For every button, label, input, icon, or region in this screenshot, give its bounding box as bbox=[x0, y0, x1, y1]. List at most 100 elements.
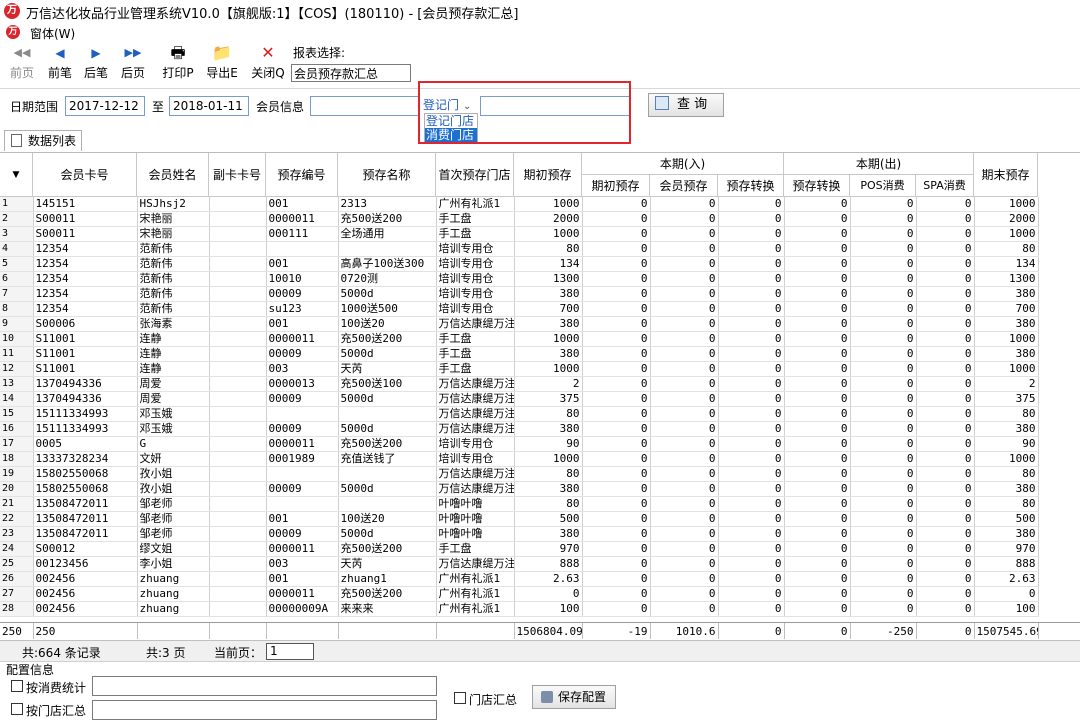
col-card[interactable]: 会员卡号 bbox=[33, 153, 137, 197]
row-number[interactable]: 6 bbox=[0, 271, 34, 287]
table-row[interactable]: 18 13337328234 文妍 0001989 充值送钱了 培训专用仓 1000 0 0 0 0… bbox=[0, 451, 1039, 467]
table-cell bbox=[209, 556, 267, 572]
col-name[interactable]: 会员姓名 bbox=[137, 153, 209, 197]
row-number[interactable]: 10 bbox=[0, 331, 34, 347]
table-row[interactable]: 23 13508472011 邹老师 00009 5000d 叶噜叶噜 380 0 0 0 0 0 0 3… bbox=[0, 526, 1039, 542]
row-number[interactable]: 11 bbox=[0, 346, 34, 362]
table-row[interactable]: 2 S00011 宋艳丽 0000011 充500送200 手工盘 2000 0 0 0 0 0 0 20… bbox=[0, 211, 1039, 227]
prev-page-button[interactable]: ◀◀ 前页 bbox=[6, 42, 38, 88]
row-number[interactable]: 17 bbox=[0, 436, 34, 452]
table-row[interactable]: 14 1370494336 周爱 00009 5000d 万信达康缇万注 375 0 0 0 0 0 0… bbox=[0, 391, 1039, 407]
row-number[interactable]: 27 bbox=[0, 586, 34, 602]
table-row[interactable]: 26 002456 zhuang 001 zhuang1 广州有礼派1 2.63 0 0 0 0 0 0… bbox=[0, 571, 1039, 587]
table-row[interactable]: 9 S00006 张海素 001 100送20 万信达康缇万注 380 0 0 0 0 0 0 380 bbox=[0, 316, 1039, 332]
row-number[interactable]: 20 bbox=[0, 481, 34, 497]
row-number[interactable]: 13 bbox=[0, 376, 34, 392]
row-number[interactable]: 7 bbox=[0, 286, 34, 302]
by-consume-input[interactable] bbox=[92, 676, 437, 696]
by-store-input[interactable] bbox=[92, 700, 437, 720]
table-row[interactable]: 4 12354 范新伟 培训专用仓 80 0 0 0 0 0 0 80 bbox=[0, 241, 1039, 257]
table-row[interactable]: 6 12354 范新伟 10010 0720测 培训专用仓 1300 0 0 0 0 0 0 1300 bbox=[0, 271, 1039, 287]
export-button[interactable]: 📁 导出E bbox=[202, 42, 242, 88]
table-cell: 134 bbox=[514, 256, 583, 272]
date-to-input[interactable]: 2018-01-11 bbox=[169, 96, 249, 116]
next-record-button[interactable]: ▶ 后笔 bbox=[80, 42, 112, 88]
row-number[interactable]: 4 bbox=[0, 241, 34, 257]
print-button[interactable]: 🖶 打印P bbox=[158, 42, 198, 88]
table-row[interactable]: 24 S00012 缪文姐 0000011 充500送200 手工盘 970 0 0 0 0 0 0 97… bbox=[0, 541, 1039, 557]
row-number[interactable]: 25 bbox=[0, 556, 34, 572]
row-number[interactable]: 3 bbox=[0, 226, 34, 242]
next-page-button[interactable]: ▶▶ 后页 bbox=[117, 42, 149, 88]
date-from-input[interactable]: 2017-12-12 bbox=[65, 96, 145, 116]
col-in-transfer[interactable]: 预存转换 bbox=[718, 175, 784, 197]
table-row[interactable]: 10 S11001 连静 0000011 充500送200 手工盘 1000 0 0 0 0 0 0 10… bbox=[0, 331, 1039, 347]
table-row[interactable]: 3 S00011 宋艳丽 000111 全场通用 手工盘 1000 0 0 0 0 0 0 1000 bbox=[0, 226, 1039, 242]
col-preno[interactable]: 预存编号 bbox=[266, 153, 338, 197]
col-out-transfer[interactable]: 预存转换 bbox=[784, 175, 850, 197]
row-number[interactable]: 19 bbox=[0, 466, 34, 482]
table-row[interactable]: 19 15802550068 孜小姐 万信达康缇万注 80 0 0 0 0 0 0 80 bbox=[0, 466, 1039, 482]
save-config-button[interactable]: 保存配置 bbox=[532, 685, 616, 709]
table-cell: 范新伟 bbox=[137, 241, 210, 257]
table-row[interactable]: 7 12354 范新伟 00009 5000d 培训专用仓 380 0 0 0 0 0 0 380 bbox=[0, 286, 1039, 302]
col-firststore[interactable]: 首次预存门店 bbox=[436, 153, 514, 197]
table-row[interactable]: 5 12354 范新伟 001 高鼻子100送300 培训专用仓 134 0 0 0 0 0 0 134 bbox=[0, 256, 1039, 272]
store-summary-checkbox[interactable] bbox=[454, 692, 466, 704]
table-row[interactable]: 16 15111334993 邓玉娥 00009 5000d 万信达康缇万注 380 0 0 0 0… bbox=[0, 421, 1039, 437]
row-number[interactable]: 9 bbox=[0, 316, 34, 332]
row-number[interactable]: 14 bbox=[0, 391, 34, 407]
table-cell: 0 bbox=[582, 601, 651, 617]
col-out-pos[interactable]: POS消费 bbox=[850, 175, 916, 197]
tab-data-list[interactable]: 数据列表 bbox=[4, 130, 82, 151]
table-row[interactable]: 1 145151 HSJhsj2 001 2313 广州有礼派1 1000 0 0 0 0 0 0 100… bbox=[0, 197, 1039, 212]
menu-window[interactable]: 窗体(W) bbox=[30, 25, 75, 42]
row-number[interactable]: 16 bbox=[0, 421, 34, 437]
col-in-initial[interactable]: 期初预存 bbox=[582, 175, 650, 197]
table-row[interactable]: 11 S11001 连静 00009 5000d 手工盘 380 0 0 0 0 0 0 380 bbox=[0, 346, 1039, 362]
col-ending[interactable]: 期末预存 bbox=[974, 153, 1038, 197]
table-row[interactable]: 17 0005 G 0000011 充500送200 培训专用仓 90 0 0 0 0 0 0 90 bbox=[0, 436, 1039, 452]
row-number[interactable]: 1 bbox=[0, 197, 34, 212]
row-number[interactable]: 2 bbox=[0, 211, 34, 227]
current-page-input[interactable]: 1 bbox=[266, 643, 314, 660]
table-row[interactable]: 8 12354 范新伟 su123 1000送500 培训专用仓 700 0 0 0 0 0 0 700 bbox=[0, 301, 1039, 317]
by-consume-checkbox[interactable] bbox=[11, 680, 23, 692]
table-row[interactable]: 25 00123456 李小姐 003 天芮 万信达康缇万注 888 0 0 0 0 0 0 888 bbox=[0, 556, 1039, 572]
report-select[interactable]: 会员预存款汇总 bbox=[291, 64, 411, 82]
table-row[interactable]: 27 002456 zhuang 0000011 充500送200 广州有礼派1 0 0 0 0 0… bbox=[0, 586, 1039, 602]
table-row[interactable]: 22 13508472011 邹老师 001 100送20 叶噜叶噜 500 0 0 0 0 0 0 50… bbox=[0, 511, 1039, 527]
prev-record-button[interactable]: ◀ 前笔 bbox=[44, 42, 76, 88]
row-number[interactable]: 22 bbox=[0, 511, 34, 527]
table-cell: 0 bbox=[916, 361, 975, 377]
row-selector-header[interactable]: ▼ bbox=[0, 153, 33, 197]
col-in-member[interactable]: 会员预存 bbox=[650, 175, 718, 197]
table-row[interactable]: 15 15111334993 邓玉娥 万信达康缇万注 80 0 0 0 0 0 0 80 bbox=[0, 406, 1039, 422]
row-number[interactable]: 8 bbox=[0, 301, 34, 317]
table-row[interactable]: 12 S11001 连静 003 天芮 手工盘 1000 0 0 0 0 0 0 1000 bbox=[0, 361, 1039, 377]
close-button[interactable]: ✕ 关闭Q bbox=[248, 42, 288, 88]
table-cell: 0 bbox=[784, 376, 851, 392]
table-row[interactable]: 13 1370494336 周爱 0000013 充500送100 万信达康缇万注 2 0 0 0… bbox=[0, 376, 1039, 392]
table-row[interactable]: 28 002456 zhuang 00000009A 来来来 广州有礼派1 100 0 0 0 0 0… bbox=[0, 601, 1039, 617]
col-out-spa[interactable]: SPA消费 bbox=[916, 175, 974, 197]
row-number[interactable]: 5 bbox=[0, 256, 34, 272]
row-number[interactable]: 24 bbox=[0, 541, 34, 557]
query-button[interactable]: 查 询 bbox=[648, 93, 724, 117]
row-number[interactable]: 18 bbox=[0, 451, 34, 467]
row-number[interactable]: 21 bbox=[0, 496, 34, 512]
date-range-label: 日期范围 bbox=[10, 100, 59, 114]
row-number[interactable]: 28 bbox=[0, 601, 34, 617]
row-number[interactable]: 15 bbox=[0, 406, 34, 422]
col-initial[interactable]: 期初预存 bbox=[514, 153, 582, 197]
member-info-input[interactable] bbox=[310, 96, 420, 116]
table-row[interactable]: 21 13508472011 邹老师 叶噜叶噜 80 0 0 0 0 0 0 80 bbox=[0, 496, 1039, 512]
table-cell: 全场通用 bbox=[338, 226, 437, 242]
table-row[interactable]: 20 15802550068 孜小姐 00009 5000d 万信达康缇万注 380 0 0 0 0… bbox=[0, 481, 1039, 497]
row-number[interactable]: 12 bbox=[0, 361, 34, 377]
row-number[interactable]: 26 bbox=[0, 571, 34, 587]
col-prename[interactable]: 预存名称 bbox=[338, 153, 436, 197]
col-subcard[interactable]: 副卡卡号 bbox=[209, 153, 266, 197]
by-store-checkbox[interactable] bbox=[11, 703, 23, 715]
row-number[interactable]: 23 bbox=[0, 526, 34, 542]
